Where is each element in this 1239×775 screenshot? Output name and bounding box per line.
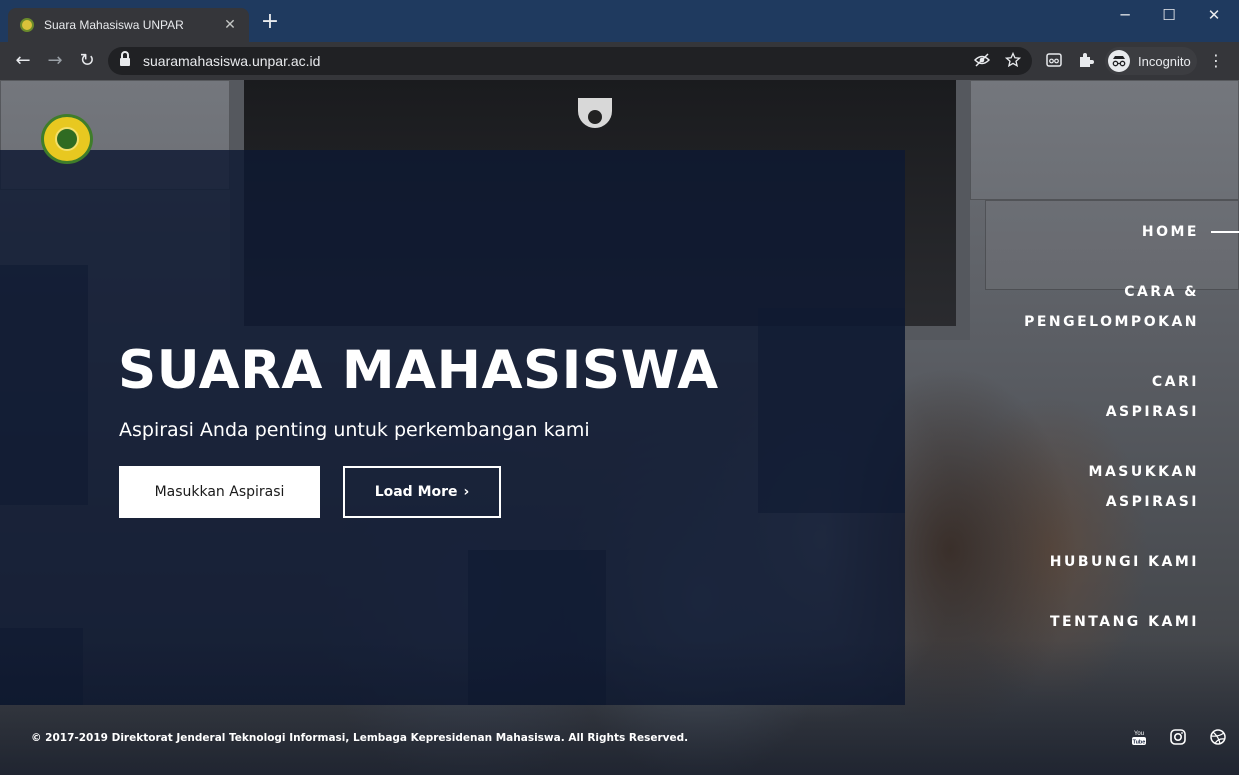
eye-slash-icon[interactable] — [973, 52, 991, 70]
submit-aspiration-button[interactable]: Masukkan Aspirasi — [119, 466, 320, 518]
nav-item-hubungi-kami[interactable]: HUBUNGI KAMI — [1050, 547, 1199, 577]
nav-item-cari-aspirasi[interactable]: CARI ASPIRASI — [1106, 367, 1199, 427]
tab-title: Suara Mahasiswa UNPAR — [44, 18, 184, 32]
nav-label-line: MASUKKAN — [1088, 464, 1199, 480]
forward-button[interactable]: → — [44, 50, 66, 72]
tab-close-icon[interactable]: ✕ — [221, 17, 239, 33]
bottom-fade — [0, 640, 1239, 775]
reload-button[interactable]: ↻ — [76, 50, 98, 72]
back-button[interactable]: ← — [12, 50, 34, 72]
reading-mode-icon[interactable] — [1044, 51, 1064, 71]
nav-item-masukkan-aspirasi[interactable]: MASUKKAN ASPIRASI — [1089, 457, 1199, 517]
load-more-button[interactable]: Load More › — [343, 466, 501, 518]
maximize-button[interactable]: ☐ — [1154, 6, 1184, 24]
nav-item-home[interactable]: HOME — [1142, 217, 1199, 247]
nav-item-cara-pengelompokan[interactable]: CARA & PENGELOMPOKAN — [1024, 277, 1199, 337]
browser-tab[interactable]: Suara Mahasiswa UNPAR ✕ — [8, 8, 249, 42]
new-tab-button[interactable]: + — [258, 11, 282, 33]
minimize-button[interactable]: ─ — [1110, 6, 1140, 24]
lock-icon — [120, 51, 130, 66]
nav-label-line: CARA & — [1124, 284, 1199, 300]
unpar-logo[interactable] — [41, 114, 93, 164]
incognito-badge[interactable]: Incognito — [1105, 47, 1197, 75]
active-nav-indicator — [1211, 231, 1239, 233]
browser-toolbar: ← → ↻ suaramahasiswa.unpar.ac.id Incogni… — [0, 42, 1239, 80]
footer-copyright: © 2017-2019 Direktorat Jenderal Teknolog… — [31, 732, 689, 744]
address-bar[interactable]: suaramahasiswa.unpar.ac.id — [108, 47, 1032, 75]
nav-label-line: PENGELOMPOKAN — [1024, 314, 1199, 330]
browser-menu-icon[interactable]: ⋮ — [1208, 51, 1224, 70]
incognito-label: Incognito — [1138, 53, 1191, 69]
hero-subtitle: Aspirasi Anda penting untuk perkembangan… — [119, 419, 590, 441]
svg-text:You: You — [1134, 731, 1144, 737]
instagram-icon[interactable] — [1167, 726, 1189, 748]
nav-label-line: CARI — [1151, 374, 1199, 390]
extensions-puzzle-icon[interactable] — [1076, 51, 1096, 71]
nav-label-line: ASPIRASI — [1105, 494, 1199, 510]
site-favicon-icon — [20, 18, 34, 32]
dribbble-icon[interactable] — [1207, 726, 1229, 748]
incognito-icon — [1108, 50, 1130, 72]
nav-item-tentang-kami[interactable]: TENTANG KAMI — [1050, 607, 1199, 637]
url-text: suaramahasiswa.unpar.ac.id — [143, 53, 321, 69]
load-more-label: Load More — [374, 484, 458, 500]
nav-label-line: ASPIRASI — [1105, 404, 1199, 420]
chevron-right-icon: › — [463, 484, 470, 500]
youtube-icon[interactable]: You Tube — [1128, 726, 1150, 748]
background-stone-block — [970, 80, 1239, 200]
decorative-shade-block — [758, 308, 905, 513]
svg-text:Tube: Tube — [1133, 740, 1146, 746]
logo-emblem-icon — [55, 127, 79, 151]
browser-titlebar: Suara Mahasiswa UNPAR ✕ + ─ ☐ ✕ — [0, 0, 1239, 42]
bookmark-star-icon[interactable] — [1004, 51, 1022, 70]
close-window-button[interactable]: ✕ — [1199, 6, 1229, 24]
hero-title: SUARA MAHASISWA — [118, 340, 719, 401]
hero-section: SUARA MAHASISWA Aspirasi Anda penting un… — [0, 80, 1239, 775]
decorative-shade-block — [0, 265, 88, 505]
